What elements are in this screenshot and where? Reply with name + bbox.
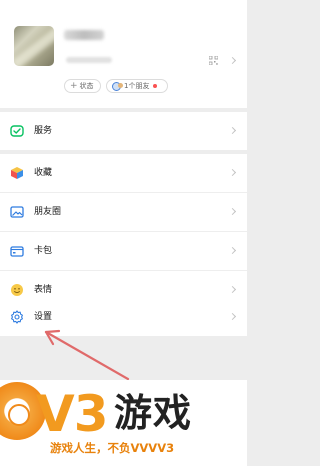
watermark-name: 游戏 <box>114 391 193 435</box>
watermark-brand: V3 <box>36 385 108 443</box>
watermark-slogan: 游戏人生，不负VVVV3 <box>50 441 175 455</box>
controller-icon <box>8 404 30 426</box>
